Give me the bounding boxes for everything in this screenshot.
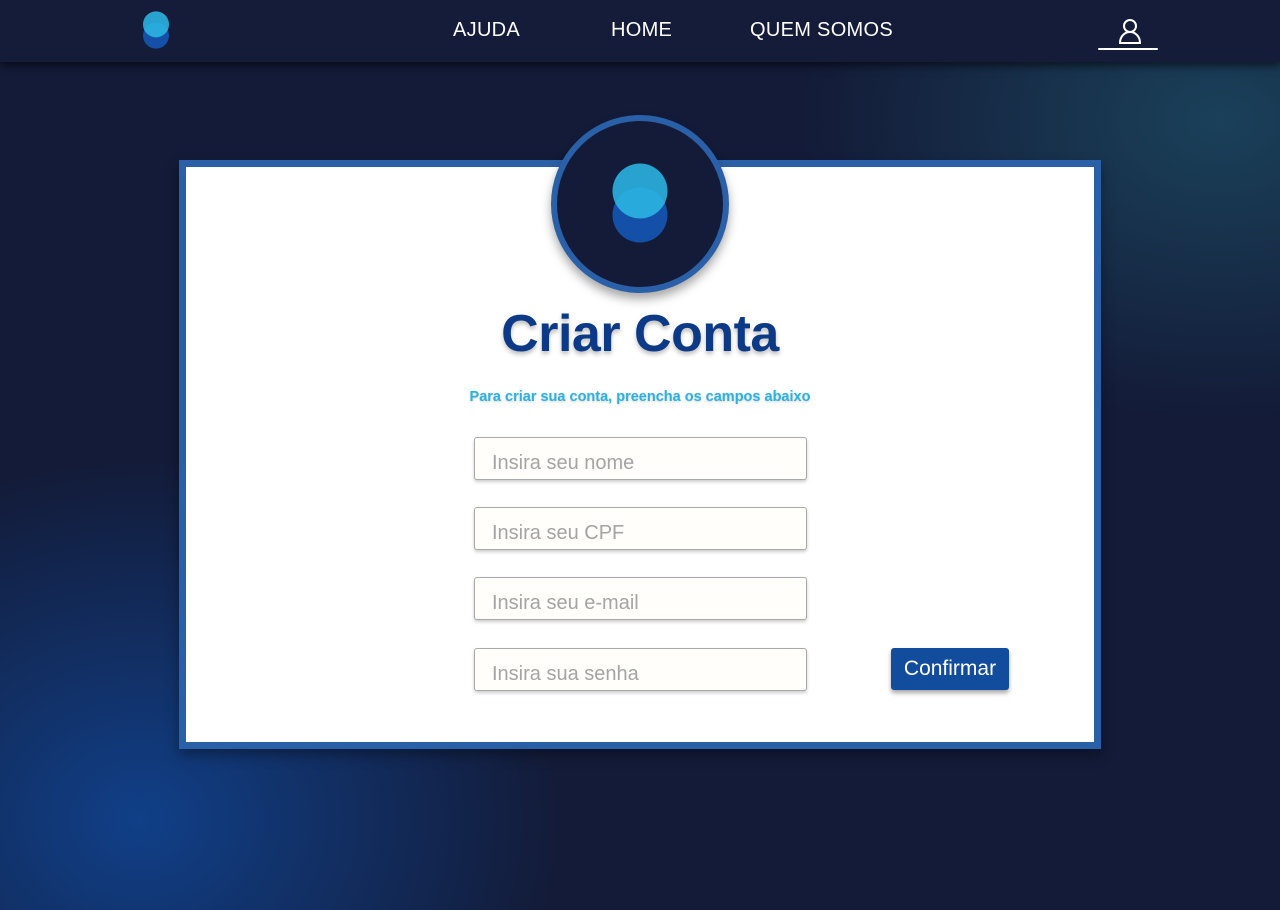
heart-logo-icon xyxy=(143,11,169,49)
top-navbar: AJUDA HOME QUEM SOMOS xyxy=(0,0,1280,62)
page-title: Criar Conta xyxy=(501,305,779,363)
cpf-field[interactable] xyxy=(474,507,807,550)
password-field[interactable] xyxy=(474,648,807,691)
nav-link-ajuda[interactable]: AJUDA xyxy=(453,19,520,42)
heart-logo-icon xyxy=(612,163,668,243)
email-field[interactable] xyxy=(474,577,807,620)
nav-link-quem-somos[interactable]: QUEM SOMOS xyxy=(750,19,893,42)
card-avatar xyxy=(551,115,729,293)
user-underline xyxy=(1098,48,1158,50)
nav-link-home[interactable]: HOME xyxy=(611,19,672,42)
page-subtitle: Para criar sua conta, preencha os campos… xyxy=(469,389,811,405)
name-field[interactable] xyxy=(474,437,807,480)
user-account-button[interactable] xyxy=(1098,14,1160,52)
user-icon xyxy=(1118,19,1142,44)
nav-logo[interactable] xyxy=(128,8,188,54)
confirm-button[interactable]: Confirmar xyxy=(891,648,1009,690)
